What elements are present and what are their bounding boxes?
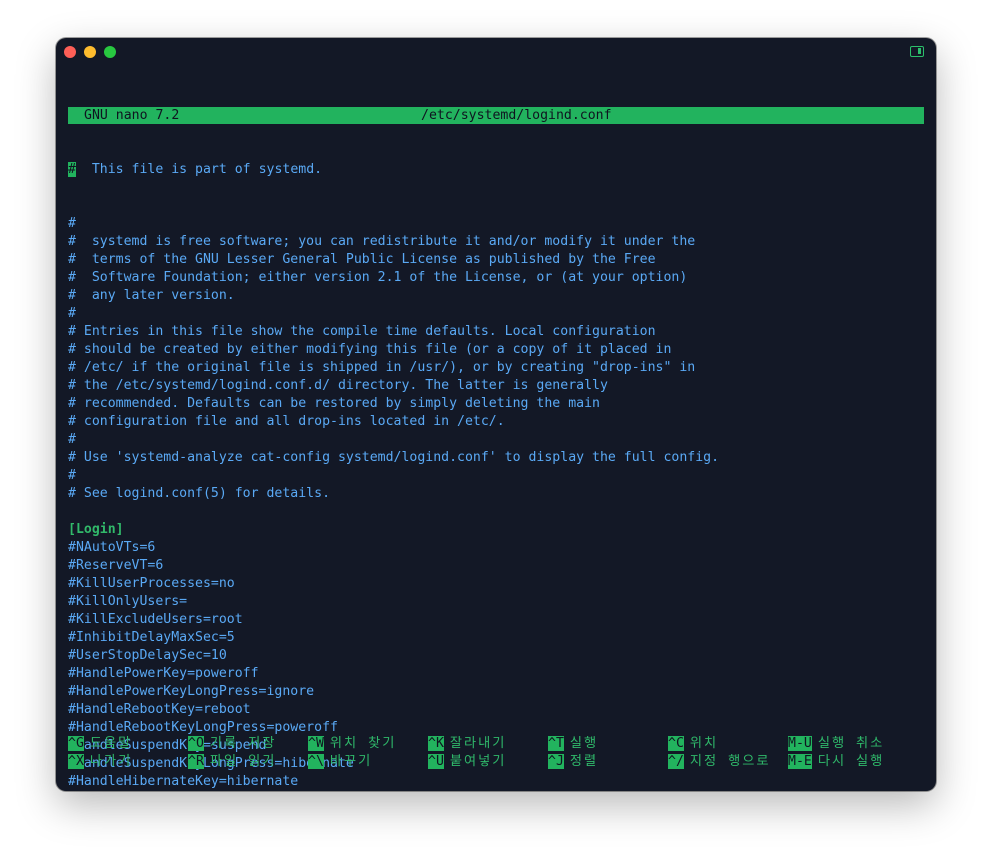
shortcut-key: ^G: [68, 736, 84, 751]
nano-version: GNU nano 7.2: [84, 108, 180, 123]
shortcut-key: M-U: [788, 736, 812, 751]
file-line: # recommended. Defaults can be restored …: [68, 396, 600, 411]
title-bar: [56, 38, 936, 68]
file-line: # terms of the GNU Lesser General Public…: [68, 252, 656, 267]
shortcut-item[interactable]: M-U 실행 취소: [788, 735, 884, 753]
shortcut-item[interactable]: M-E 다시 실행: [788, 753, 884, 771]
shortcut-item[interactable]: ^/ 지정 행으로: [668, 753, 771, 771]
shortcut-item[interactable]: ^G 도움말: [68, 735, 132, 753]
file-line: #ReserveVT=6: [68, 558, 164, 573]
shortcut-item[interactable]: ^W 위치 찾기: [308, 735, 396, 753]
shortcut-label: 바꾸기: [329, 754, 373, 769]
file-line: # Software Foundation; either version 2.…: [68, 270, 688, 285]
shortcut-label: 도움말: [89, 736, 133, 751]
file-line: # This file is part of systemd.: [68, 161, 924, 179]
shortcut-item[interactable]: ^\ 바꾸기: [308, 753, 372, 771]
file-line: #KillUserProcesses=no: [68, 576, 235, 591]
shortcut-label: 지정 행으로: [689, 754, 771, 769]
shortcut-key: ^W: [308, 736, 324, 751]
file-line: #: [68, 432, 76, 447]
shortcut-label: 위치: [689, 736, 719, 751]
file-line: #KillOnlyUsers=: [68, 594, 188, 609]
shortcut-item[interactable]: ^X 나가기: [68, 753, 132, 771]
file-line: #UserStopDelaySec=10: [68, 648, 227, 663]
shortcut-bar: ^G 도움말 ^O 기록 저장 ^W 위치 찾기 ^K 잘라내기 ^T 실행 ^C 위치 M-U 실행 취…: [68, 735, 924, 771]
section-header: [Login]: [68, 522, 124, 537]
shortcut-label: 정렬: [569, 754, 599, 769]
shortcut-key: ^\: [308, 754, 324, 769]
shortcut-label: 기록 저장: [209, 736, 277, 751]
shortcut-row-2: ^X 나가기 ^R 파일 읽기 ^\ 바꾸기 ^U 붙여넣기 ^J 정렬 ^/ 지정 행으로 M-E 다시…: [68, 753, 924, 771]
shortcut-label: 붙여넣기: [449, 754, 507, 769]
minimize-button[interactable]: [84, 46, 96, 58]
shortcut-label: 실행 취소: [817, 736, 885, 751]
file-line: # should be created by either modifying …: [68, 342, 672, 357]
file-line: # any later version.: [68, 288, 235, 303]
terminal-window: GNU nano 7.2 /etc/systemd/logind.conf # …: [56, 38, 936, 791]
file-line: #HandlePowerKeyLongPress=ignore: [68, 684, 315, 699]
shortcut-key: ^T: [548, 736, 564, 751]
file-line: # /etc/ if the original file is shipped …: [68, 360, 696, 375]
file-line: # the /etc/systemd/logind.conf.d/ direct…: [68, 378, 608, 393]
file-content: # # systemd is free software; you can red…: [68, 215, 924, 791]
shortcut-label: 나가기: [89, 754, 133, 769]
shortcut-item[interactable]: ^T 실행: [548, 735, 598, 753]
shortcut-key: ^U: [428, 754, 444, 769]
shortcut-key: ^/: [668, 754, 684, 769]
shortcut-item[interactable]: ^K 잘라내기: [428, 735, 506, 753]
shortcut-row-1: ^G 도움말 ^O 기록 저장 ^W 위치 찾기 ^K 잘라내기 ^T 실행 ^C 위치 M-U 실행 취…: [68, 735, 924, 753]
file-line: # configuration file and all drop-ins lo…: [68, 414, 505, 429]
file-line: #InhibitDelayMaxSec=5: [68, 630, 235, 645]
shortcut-item[interactable]: ^R 파일 읽기: [188, 753, 276, 771]
shortcut-item[interactable]: ^C 위치: [668, 735, 718, 753]
shortcut-key: ^J: [548, 754, 564, 769]
file-name: /etc/systemd/logind.conf: [421, 108, 612, 123]
shortcut-key: ^K: [428, 736, 444, 751]
nano-title-bar: GNU nano 7.2 /etc/systemd/logind.conf: [68, 107, 924, 124]
file-line: #HandlePowerKey=poweroff: [68, 666, 259, 681]
file-line: #NAutoVTs=6: [68, 540, 156, 555]
shortcut-item[interactable]: ^U 붙여넣기: [428, 753, 506, 771]
file-line: # Use 'systemd-analyze cat-config system…: [68, 450, 720, 465]
shortcut-key: M-E: [788, 754, 812, 769]
file-line: [68, 503, 924, 521]
file-line: #KillExcludeUsers=root: [68, 612, 243, 627]
file-line: # systemd is free software; you can redi…: [68, 234, 696, 249]
shortcut-label: 잘라내기: [449, 736, 507, 751]
shortcut-item[interactable]: ^O 기록 저장: [188, 735, 276, 753]
file-line: #HandleHibernateKey=hibernate: [68, 774, 299, 789]
file-line: # See logind.conf(5) for details.: [68, 486, 331, 501]
file-line: #: [68, 216, 76, 231]
file-line: #: [68, 468, 76, 483]
shortcut-item[interactable]: ^J 정렬: [548, 753, 598, 771]
nano-editor[interactable]: GNU nano 7.2 /etc/systemd/logind.conf # …: [68, 71, 924, 791]
sidebar-toggle-icon[interactable]: [910, 46, 924, 57]
shortcut-label: 파일 읽기: [209, 754, 277, 769]
zoom-button[interactable]: [104, 46, 116, 58]
shortcut-label: 위치 찾기: [329, 736, 397, 751]
shortcut-key: ^X: [68, 754, 84, 769]
shortcut-key: ^O: [188, 736, 204, 751]
shortcut-label: 다시 실행: [817, 754, 885, 769]
close-button[interactable]: [64, 46, 76, 58]
file-line: # Entries in this file show the compile …: [68, 324, 656, 339]
line-text: This file is part of systemd.: [75, 162, 323, 177]
file-line: #HandleRebootKey=reboot: [68, 702, 251, 717]
shortcut-key: ^R: [188, 754, 204, 769]
shortcut-label: 실행: [569, 736, 599, 751]
file-line: #: [68, 306, 76, 321]
shortcut-key: ^C: [668, 736, 684, 751]
